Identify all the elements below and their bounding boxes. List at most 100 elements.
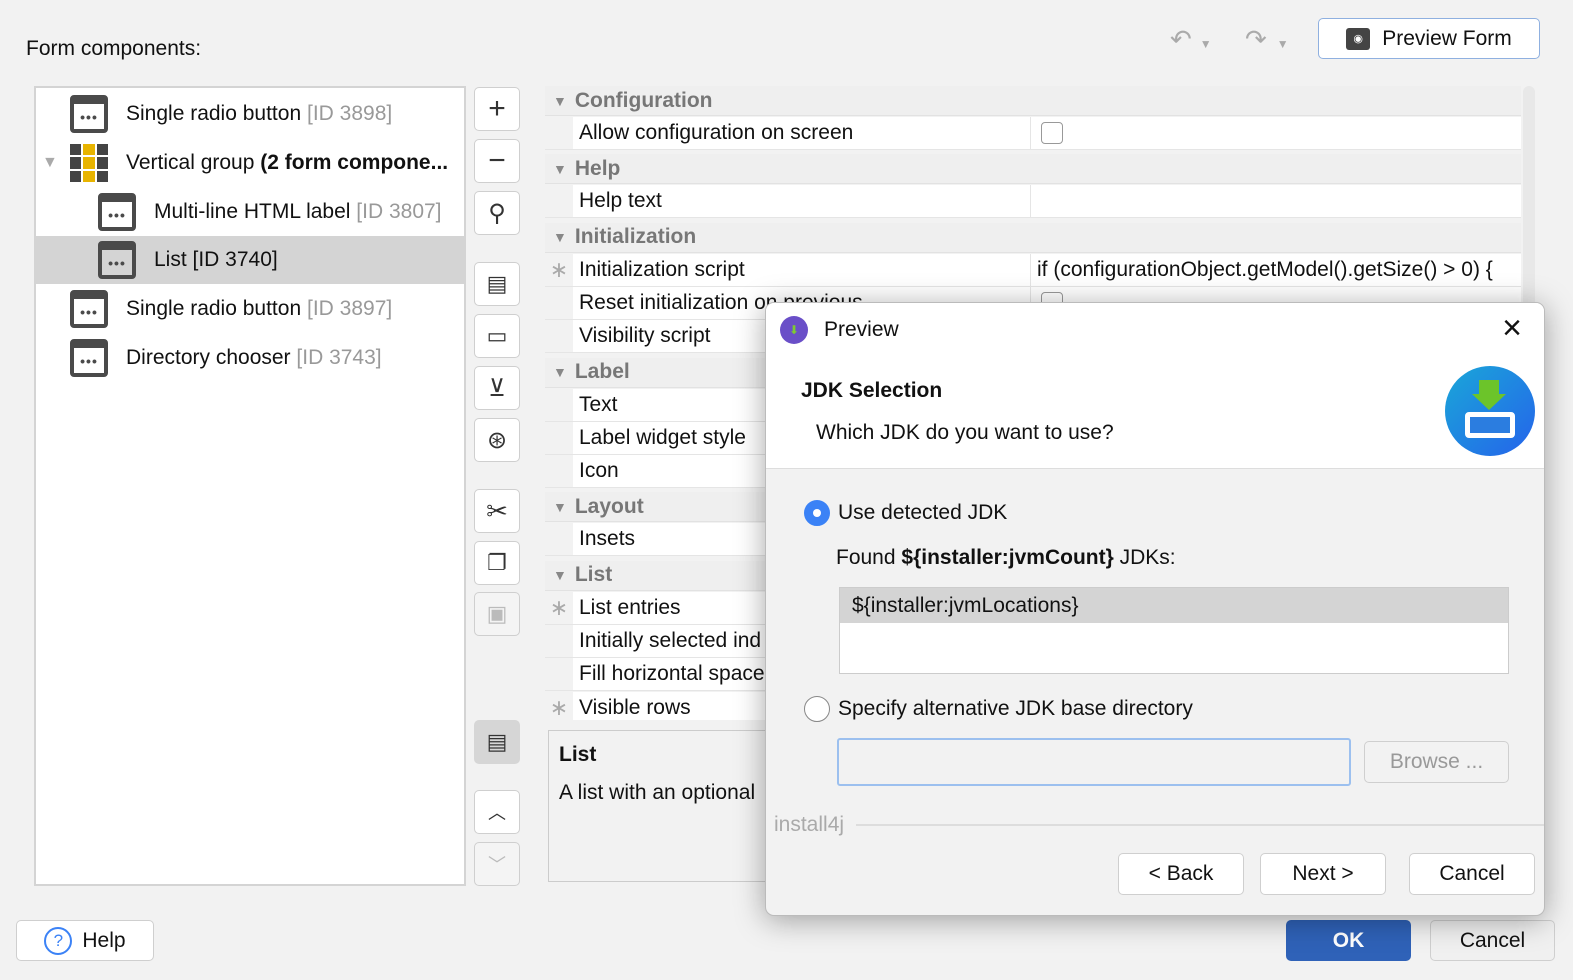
property-name: Allow configuration on screen [573,117,1031,149]
next-button[interactable]: Next > [1260,853,1386,895]
cancel-button[interactable]: Cancel [1430,920,1555,961]
browse-button[interactable]: Browse ... [1364,741,1509,783]
required-asterisk-icon: ∗ [545,253,573,286]
property-row[interactable]: Allow configuration on screen [545,117,1521,150]
download-button[interactable]: ⊻ [474,366,520,410]
expand-arrow-icon[interactable]: ▼ [42,154,70,172]
preview-dialog: ⬇ Preview × JDK Selection Which JDK do y… [765,302,1545,916]
tree-item[interactable]: ▼ Vertical group (2 form compone... [36,139,464,187]
vertical-group-icon [70,144,108,182]
back-button[interactable]: < Back [1118,853,1244,895]
preview-eye-icon: ◉ [1346,27,1371,50]
property-gutter [545,455,573,488]
paste-button[interactable]: ▣ [474,592,520,636]
collapse-arrow-icon[interactable]: ▼ [553,93,567,109]
form-components-label: Form components: [26,37,202,60]
cut-icon: ✂ [486,495,508,526]
brand-divider [856,824,1544,826]
property-group-header[interactable]: ▼ Configuration [545,86,1521,116]
help-icon: ? [44,926,73,955]
move-up-icon: ︿ [488,803,506,823]
form-component-icon: ••• [70,339,108,377]
tree-item[interactable]: ••• Directory chooser [ID 3743] [36,334,464,382]
property-row[interactable]: Help text [545,185,1521,219]
property-gutter [545,625,573,657]
collapse-arrow-icon[interactable]: ▼ [553,499,567,515]
property-name: Initialization script [573,253,1031,286]
app-icon: ⬇ [780,316,808,344]
collapse-arrow-icon[interactable]: ▼ [553,161,567,177]
form-component-icon: ••• [98,241,136,279]
ok-button[interactable]: OK [1286,920,1411,961]
property-gutter [545,523,573,556]
dialog-subheading: Which JDK do you want to use? [816,421,1114,444]
search-button[interactable]: ⚲ [474,191,520,235]
jdk-list-item[interactable]: ${installer:jvmLocations} [840,588,1508,623]
property-gutter [545,421,573,454]
property-checkbox[interactable] [1041,122,1063,144]
close-icon[interactable]: × [1502,309,1522,348]
tree-item-selected[interactable]: ••• List [ID 3740] [36,236,464,284]
move-down-icon: ﹀ [488,855,506,875]
palette-icon: ⊛ [486,426,508,454]
property-name: Help text [573,185,1031,218]
download-icon: ⊻ [488,374,506,402]
property-value-cell[interactable] [1031,117,1521,149]
required-asterisk-icon: ∗ [545,591,573,624]
comment-button[interactable]: ▤ [474,262,520,306]
undo-button[interactable]: ↶ ▼ [1170,24,1212,55]
install4j-brand: install4j [774,813,845,836]
copy-button[interactable]: ❐ [474,541,520,585]
property-gutter [545,185,573,218]
dialog-titlebar: ⬇ Preview × [766,303,1544,357]
installer-logo-icon [1445,366,1535,456]
note-icon: ▭ [486,323,508,348]
collapse-arrow-icon[interactable]: ▼ [553,364,567,380]
form-component-tree[interactable]: ••• Single radio button [ID 3898] ▼ Vertic… [34,86,466,886]
id-card-icon: ▤ [486,729,508,754]
alternative-jdk-label[interactable]: Specify alternative JDK base directory [838,697,1193,721]
tree-item[interactable]: ••• Single radio button [ID 3898] [36,90,464,138]
redo-button[interactable]: ↷ ▼ [1245,24,1289,55]
move-down-button[interactable]: ﹀ [474,842,520,886]
found-jdks-label: Found ${installer:jvmCount} JDKs: [836,546,1176,569]
jdk-list[interactable]: ${installer:jvmLocations} [839,587,1509,674]
help-button[interactable]: ? Help [16,920,154,961]
dialog-cancel-button[interactable]: Cancel [1409,853,1535,895]
cut-button[interactable]: ✂ [474,489,520,533]
property-gutter [545,117,573,149]
comment-icon: ▤ [486,271,508,296]
id-card-button[interactable]: ▤ [474,720,520,764]
paste-icon: ▣ [486,601,508,626]
copy-icon: ❐ [487,550,507,575]
property-row[interactable]: ∗ Initialization script if (configurationO… [545,253,1521,287]
form-component-icon: ••• [98,193,136,231]
property-value-cell[interactable]: if (configurationObject.getModel().getSi… [1031,253,1521,286]
move-up-button[interactable]: ︿ [474,790,520,834]
property-group-header[interactable]: ▼ Initialization [545,222,1521,253]
property-gutter [545,320,573,353]
jdk-directory-input[interactable] [837,738,1351,786]
redo-dropdown-icon[interactable]: ▼ [1277,37,1289,51]
palette-button[interactable]: ⊛ [474,418,520,462]
collapse-arrow-icon[interactable]: ▼ [553,229,567,245]
property-group-header[interactable]: ▼ Help [545,154,1521,185]
note-button[interactable]: ▭ [474,314,520,358]
property-value[interactable]: if (configurationObject.getModel().getSi… [1037,258,1493,282]
remove-button[interactable]: − [474,139,520,183]
property-gutter [545,658,573,691]
property-value-cell[interactable] [1031,185,1521,218]
add-button[interactable]: + [474,87,520,131]
form-component-icon: ••• [70,290,108,328]
property-gutter [545,388,573,421]
tree-item[interactable]: ••• Single radio button [ID 3897] [36,285,464,333]
use-detected-jdk-label[interactable]: Use detected JDK [838,501,1007,525]
search-icon: ⚲ [488,199,506,227]
use-detected-jdk-radio[interactable] [804,500,830,526]
collapse-arrow-icon[interactable]: ▼ [553,567,567,583]
undo-dropdown-icon[interactable]: ▼ [1200,37,1212,51]
alternative-jdk-radio[interactable] [804,696,830,722]
preview-form-button[interactable]: ◉ Preview Form [1318,18,1540,59]
tree-item[interactable]: ••• Multi-line HTML label [ID 3807] [36,188,464,236]
required-asterisk-icon: ∗ [545,691,573,720]
